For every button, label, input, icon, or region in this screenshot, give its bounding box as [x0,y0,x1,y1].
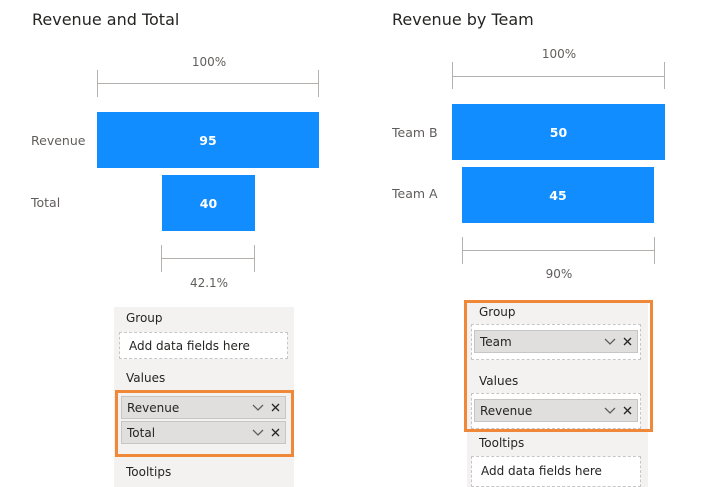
right-bar-team-a[interactable]: 45 [462,167,654,223]
left-values-field-revenue-label: Revenue [127,400,180,415]
left-values-field-total[interactable]: Total [121,421,286,444]
right-group-field-team-label: Team [480,334,512,349]
left-top-bracket-tick-l [97,70,98,97]
chevron-down-icon[interactable] [603,404,617,418]
right-values-label: Values [479,374,519,388]
right-category-label-team-b: Team B [392,125,438,140]
left-top-bracket-line [97,83,319,84]
right-group-field-team[interactable]: Team [474,330,638,353]
right-bottom-bracket-tick-r [654,237,655,264]
close-icon[interactable] [620,335,634,349]
right-top-bracket-tick-r [664,62,665,89]
left-bar-revenue[interactable]: 95 [97,112,319,168]
left-bottom-percent: 42.1% [189,276,229,290]
close-icon[interactable] [620,404,634,418]
left-bar-total-value: 40 [199,195,218,211]
left-chart-title: Revenue and Total [32,10,180,29]
right-bottom-bracket-line [462,250,655,251]
left-values-field-total-label: Total [127,425,156,440]
right-top-bracket-tick-l [452,62,453,89]
chevron-down-icon[interactable] [251,426,265,440]
left-bottom-bracket-line [161,258,255,259]
left-category-label-total: Total [31,195,61,210]
right-bar-team-a-value: 45 [549,187,567,203]
left-bottom-bracket-tick-l [161,245,162,272]
right-category-label-team-a: Team A [392,186,438,201]
left-top-bracket-tick-r [318,70,319,97]
right-values-field-revenue[interactable]: Revenue [474,399,638,422]
right-values-field-revenue-label: Revenue [480,403,533,418]
left-bar-total[interactable]: 40 [162,175,255,231]
right-tooltips-label: Tooltips [479,436,525,450]
left-top-percent: 100% [191,55,227,69]
left-values-label: Values [126,371,166,385]
left-values-field-revenue[interactable]: Revenue [121,396,286,419]
right-tooltips-dropzone[interactable]: Add data fields here [471,456,641,487]
chevron-down-icon[interactable] [251,401,265,415]
left-group-label: Group [126,311,163,325]
left-tooltips-label: Tooltips [126,465,172,479]
left-bar-revenue-value: 95 [199,132,217,148]
close-icon[interactable] [268,426,282,440]
right-chart-title: Revenue by Team [392,10,534,29]
right-top-percent: 100% [541,47,577,61]
right-group-label: Group [479,305,516,319]
right-bottom-percent: 90% [545,267,573,281]
close-icon[interactable] [268,401,282,415]
left-bottom-bracket-tick-r [254,245,255,272]
right-tooltips-placeholder: Add data fields here [481,464,602,478]
right-bottom-bracket-tick-l [462,237,463,264]
chevron-down-icon[interactable] [603,335,617,349]
left-category-label-revenue: Revenue [31,133,86,148]
right-bar-team-b[interactable]: 50 [452,104,665,160]
left-group-dropzone[interactable]: Add data fields here [119,332,288,359]
left-group-placeholder: Add data fields here [129,338,250,353]
right-bar-team-b-value: 50 [549,124,568,140]
right-top-bracket-line [452,76,665,77]
